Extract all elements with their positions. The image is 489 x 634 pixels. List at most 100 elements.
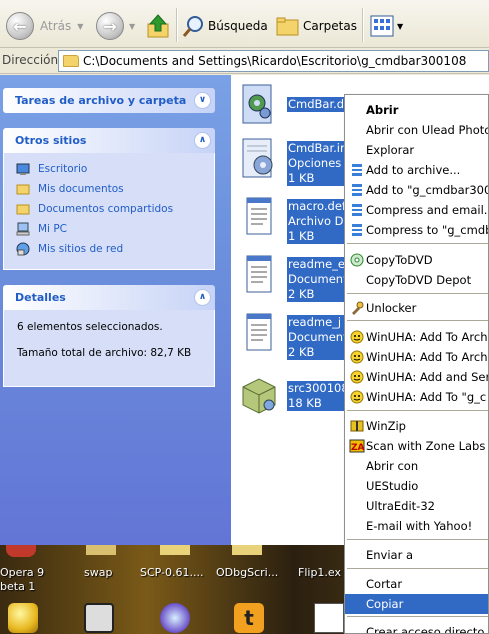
text-file-icon bbox=[246, 197, 272, 235]
menu-item-zone-labs-scan[interactable]: ZA Scan with Zone Labs A bbox=[345, 436, 488, 456]
menu-item-winuha-add-2[interactable]: WinUHA: Add To Arch bbox=[345, 347, 488, 367]
up-folder-button[interactable] bbox=[146, 6, 170, 46]
forward-button[interactable]: → ▼ bbox=[96, 6, 135, 46]
file-type: Archivo DE bbox=[287, 214, 352, 229]
other-place-label: Documentos compartidos bbox=[38, 203, 174, 215]
winrar-icon bbox=[352, 184, 362, 196]
disk-icon[interactable] bbox=[84, 603, 114, 633]
t-app-icon[interactable]: t bbox=[234, 603, 264, 633]
folder-icon bbox=[16, 204, 30, 215]
other-place-my-computer[interactable]: Mi PC bbox=[16, 222, 67, 236]
menu-item-label: Add to archive... bbox=[366, 163, 461, 177]
details-title: Detalles bbox=[15, 291, 66, 304]
desktop-item-label[interactable]: ODbgScri... bbox=[216, 566, 278, 580]
menu-item-compress-email[interactable]: Compress and email... bbox=[345, 200, 489, 220]
opera-app-icon[interactable] bbox=[8, 603, 38, 633]
search-label: Búsqueda bbox=[208, 19, 268, 33]
document-app-icon[interactable] bbox=[314, 603, 344, 633]
file-type: Document bbox=[287, 330, 349, 345]
folder-icon bbox=[16, 184, 30, 195]
file-name: readme_j bbox=[287, 315, 349, 330]
menu-item-label: Explorar bbox=[366, 143, 415, 157]
views-dropdown-icon[interactable]: ▼ bbox=[397, 22, 403, 31]
menu-item-winzip[interactable]: WinZip bbox=[345, 416, 488, 436]
menu-item-explore[interactable]: Explorar bbox=[345, 140, 488, 160]
menu-item-open-with[interactable]: Abrir con bbox=[345, 456, 488, 476]
details-header[interactable]: Detalles ∧ bbox=[3, 285, 215, 310]
menu-item-open[interactable]: Abrir bbox=[345, 100, 488, 120]
menu-item-cut[interactable]: Cortar bbox=[345, 574, 488, 594]
menu-item-copy[interactable]: Copiar bbox=[345, 594, 488, 614]
other-place-label: Escritorio bbox=[38, 163, 88, 175]
file-tasks-title: Tareas de archivo y carpeta bbox=[15, 94, 187, 107]
star-app-icon[interactable] bbox=[160, 603, 190, 633]
menu-item-open-with-ulead[interactable]: Abrir con Ulead Photo bbox=[345, 120, 488, 140]
odbgscript-icon[interactable] bbox=[232, 545, 262, 555]
winrar-icon bbox=[352, 204, 362, 216]
text-file-icon bbox=[246, 313, 272, 351]
other-places-body: Escritorio Mis documentos Documentos com… bbox=[3, 153, 215, 270]
expand-chevron-icon[interactable]: ∨ bbox=[194, 92, 211, 109]
other-place-shared-documents[interactable]: Documentos compartidos bbox=[16, 202, 173, 216]
menu-item-label: WinUHA: Add To Arch bbox=[366, 330, 488, 344]
menu-item-copytodvd-depot[interactable]: CopyToDVD Depot bbox=[345, 270, 488, 290]
menu-item-send-to[interactable]: Enviar a bbox=[345, 545, 488, 565]
menu-item-winuha-add-to[interactable]: WinUHA: Add To "g_c bbox=[345, 387, 488, 407]
menu-item-unlocker[interactable]: Unlocker bbox=[345, 298, 488, 318]
menu-separator bbox=[347, 539, 488, 540]
archive-icon bbox=[242, 378, 276, 414]
search-button[interactable]: Búsqueda bbox=[182, 6, 268, 46]
menu-separator bbox=[347, 410, 488, 411]
menu-item-label: Abrir bbox=[366, 103, 399, 117]
back-dropdown-icon[interactable]: ▼ bbox=[77, 22, 83, 31]
views-icon bbox=[370, 15, 394, 37]
file-tasks-header[interactable]: Tareas de archivo y carpeta ∨ bbox=[3, 88, 215, 113]
menu-item-label: E-mail with Yahoo! bbox=[366, 519, 473, 533]
network-icon bbox=[16, 242, 30, 256]
address-input[interactable]: C:\Documents and Settings\Ricardo\Escrit… bbox=[58, 50, 489, 72]
dvd-icon bbox=[350, 253, 364, 267]
desktop-item-label[interactable]: Flip1.ex bbox=[298, 566, 341, 580]
other-place-network[interactable]: Mis sitios de red bbox=[16, 242, 123, 256]
folders-button[interactable]: Carpetas bbox=[276, 6, 357, 46]
collapse-chevron-icon[interactable]: ∧ bbox=[194, 289, 211, 306]
menu-item-add-to-archive[interactable]: Add to archive... bbox=[345, 160, 488, 180]
winrar-icon bbox=[352, 224, 362, 236]
other-place-desktop[interactable]: Escritorio bbox=[16, 162, 87, 176]
folders-label: Carpetas bbox=[303, 19, 357, 33]
menu-item-ultraedit[interactable]: UltraEdit-32 bbox=[345, 496, 488, 516]
views-button[interactable]: ▼ bbox=[370, 6, 403, 46]
file-name: CmdBar.ir bbox=[287, 141, 346, 156]
menu-item-email-yahoo[interactable]: E-mail with Yahoo! bbox=[345, 516, 488, 536]
back-button[interactable]: ← Atrás ▼ bbox=[6, 6, 83, 46]
menu-item-label: Compress and email... bbox=[366, 203, 489, 217]
menu-item-add-to-rar[interactable]: Add to "g_cmdbar300 bbox=[345, 180, 488, 200]
other-place-my-documents[interactable]: Mis documentos bbox=[16, 182, 124, 196]
other-places-header[interactable]: Otros sitios ∧ bbox=[3, 128, 215, 153]
menu-separator bbox=[347, 568, 488, 569]
scp-icon[interactable] bbox=[160, 545, 190, 555]
text-file-icon bbox=[246, 255, 272, 293]
menu-item-winuha-add-1[interactable]: WinUHA: Add To Arch bbox=[345, 327, 488, 347]
collapse-chevron-icon[interactable]: ∧ bbox=[194, 132, 211, 149]
svg-text:ZA: ZA bbox=[351, 443, 365, 453]
file-name: readme_e bbox=[287, 257, 349, 272]
menu-separator bbox=[347, 616, 488, 617]
menu-item-uestudio[interactable]: UEStudio bbox=[345, 476, 488, 496]
opera-icon[interactable] bbox=[6, 545, 36, 557]
desktop-item-label[interactable]: Opera 9 beta 1 bbox=[0, 566, 44, 594]
menu-item-label: CopyToDVD Depot bbox=[366, 273, 472, 287]
menu-item-winuha-add-send[interactable]: WinUHA: Add and Ser bbox=[345, 367, 488, 387]
swap-icon[interactable] bbox=[86, 545, 116, 555]
folders-icon bbox=[276, 17, 299, 36]
forward-dropdown-icon[interactable]: ▼ bbox=[129, 22, 135, 31]
menu-item-copytodvd[interactable]: CopyToDVD bbox=[345, 250, 488, 270]
menu-item-compress-to[interactable]: Compress to "g_cmdb bbox=[345, 220, 488, 240]
menu-item-label: WinUHA: Add To Arch bbox=[366, 350, 488, 364]
desktop-item-label[interactable]: swap bbox=[84, 566, 112, 580]
menu-separator bbox=[347, 293, 488, 294]
smiley-icon bbox=[350, 370, 364, 384]
desktop-item-label[interactable]: SCP-0.61.... bbox=[140, 566, 204, 580]
zonealarm-icon: ZA bbox=[349, 439, 365, 453]
menu-item-create-shortcut[interactable]: Crear acceso directo bbox=[345, 622, 488, 633]
